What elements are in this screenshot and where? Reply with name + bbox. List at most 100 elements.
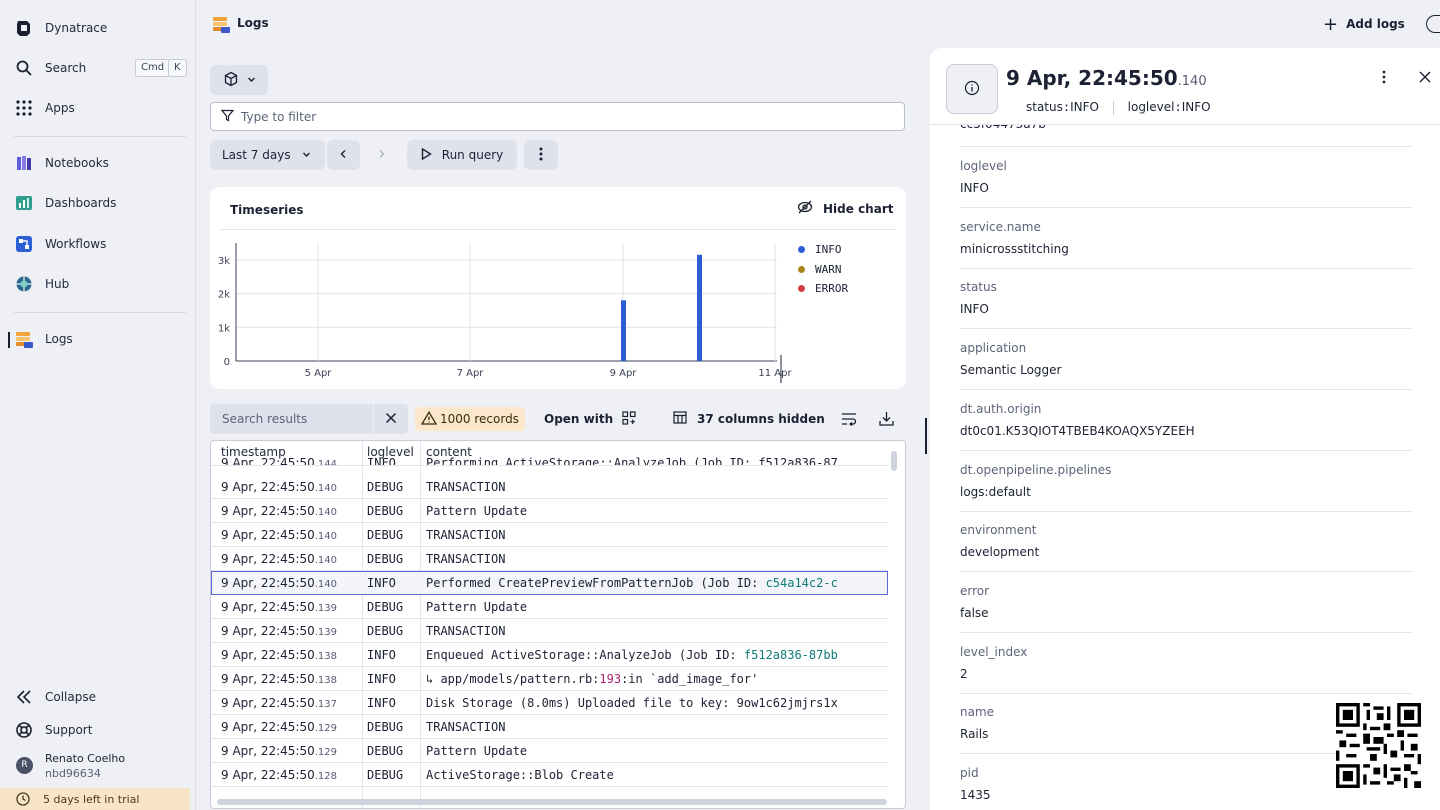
table-row[interactable]: 9 Apr, 22:45:50.140 DEBUG TRANSACTION	[211, 523, 888, 547]
x-tick-label: 5 Apr	[305, 368, 333, 379]
field-row[interactable]: status INFO	[960, 268, 1412, 330]
table-row[interactable]: 9 Apr, 22:45:50.139 DEBUG Pattern Update	[211, 595, 888, 619]
search-results-input[interactable]: Search results	[210, 404, 373, 434]
content-text: ActiveStorage::Blob Create	[426, 768, 614, 782]
cell-timestamp: 9 Apr, 22:45:50.139	[221, 619, 364, 643]
collapse-button[interactable]: Collapse	[0, 682, 196, 712]
chevron-down-icon	[247, 73, 256, 87]
horizontal-scrollbar[interactable]	[217, 799, 887, 805]
timestamp-value: 9 Apr, 22:45:50	[221, 720, 315, 734]
panel-resize-handle[interactable]	[925, 418, 927, 454]
field-key: dt.auth.origin	[960, 401, 1042, 416]
timestamp-ms: .139	[314, 627, 337, 638]
user-menu[interactable]: R Renato Coelho nbd96634	[14, 750, 194, 782]
sidebar-item-search[interactable]: Search Cmd K	[0, 53, 196, 83]
table-row[interactable]: 9 Apr, 22:45:50.129 DEBUG TRANSACTION	[211, 715, 888, 739]
filter-input[interactable]: Type to filter	[210, 102, 905, 131]
content-text: :in `add_image_for'	[621, 672, 759, 686]
detail-more-icon[interactable]	[1382, 70, 1386, 87]
table-row[interactable]: 9 Apr, 22:45:50.137 INFO Disk Storage (8.0…	[211, 691, 888, 715]
sidebar-item-apps[interactable]: Apps	[0, 93, 196, 123]
sidebar-item-hub[interactable]: Hub	[0, 269, 196, 299]
timestamp-ms: .140	[314, 531, 337, 542]
sidebar-item-notebooks[interactable]: Notebooks	[0, 148, 196, 178]
sidebar-item-dynatrace[interactable]: Dynatrace	[0, 13, 196, 43]
table-row[interactable]: 9 Apr, 22:45:50.140 INFO Performed CreateP…	[211, 571, 888, 595]
loglevel-tag[interactable]: loglevel:INFO	[1128, 100, 1211, 114]
field-row[interactable]: loglevel INFO	[960, 147, 1412, 208]
sidebar-item-label: Dashboards	[45, 196, 117, 210]
table-row[interactable]: 9 Apr, 22:45:50.140 DEBUG TRANSACTION	[211, 475, 888, 499]
field-key: name	[960, 705, 995, 720]
table-row[interactable]: 9 Apr, 22:45:50.144 INFO Performing Active…	[211, 451, 888, 466]
shortcut-cmd: Cmd	[135, 59, 171, 77]
sidebar-item-workflows[interactable]: Workflows	[0, 229, 196, 259]
legend-label: WARN	[815, 262, 842, 276]
field-row[interactable]: dt.auth.origin dt0c01.K53QIOT4TBEB4KOAQX5…	[960, 390, 1412, 451]
cell-content: TRANSACTION	[421, 619, 888, 643]
kebab-icon	[539, 147, 543, 164]
timestamp-value: 9 Apr, 22:45:50	[221, 600, 315, 614]
table-row[interactable]: 9 Apr, 22:45:50.138 INFO Enqueued ActiveSt…	[211, 643, 888, 667]
next-timeframe-button[interactable]	[365, 140, 398, 170]
add-logs-button[interactable]: + Add logs	[1323, 12, 1405, 36]
field-key: application	[960, 341, 1027, 356]
vertical-scrollbar[interactable]	[891, 451, 897, 471]
add-logs-label: Add logs	[1346, 17, 1405, 31]
field-value: dt0c01.K53QIOT4TBEB4KOAQX5YZEEH	[960, 423, 1195, 438]
timestamp-value: 9 Apr, 22:45:50	[221, 696, 315, 710]
cell-loglevel: INFO	[367, 696, 396, 710]
previous-timeframe-button[interactable]	[327, 140, 360, 170]
content-text: ↳ app/models/pattern.rb:	[426, 672, 600, 686]
legend-swatch-error	[798, 285, 805, 293]
table-row[interactable]: 9 Apr, 22:45:50.140 DEBUG TRANSACTION	[211, 547, 888, 571]
columns-hidden-button[interactable]: 37 columns hidden	[673, 404, 825, 434]
content-text: Pattern Update	[426, 600, 528, 614]
table-row[interactable]: 9 Apr, 22:45:50.129 DEBUG Pattern Update	[211, 739, 888, 763]
status-tag[interactable]: status:INFO	[1026, 100, 1099, 114]
timestamp-ms: .140	[314, 507, 337, 518]
timestamp-ms: .137	[314, 699, 337, 710]
legend-item-warn: WARN	[798, 260, 848, 280]
x-tick-label: 7 Apr	[457, 368, 485, 379]
field-row[interactable]: environment development	[960, 511, 1412, 573]
sidebar-item-label: Dynatrace	[45, 21, 108, 35]
field-row[interactable]: application Semantic Logger	[960, 329, 1412, 391]
hub-icon	[14, 274, 34, 294]
field-value-partial: cc5f04473a7b	[960, 125, 1412, 147]
table-row[interactable]: 9 Apr, 22:45:50.139 DEBUG TRANSACTION	[211, 619, 888, 643]
wrap-lines-icon[interactable]	[841, 412, 857, 429]
field-row[interactable]: dt.openpipeline.pipelines logs:default	[960, 451, 1412, 512]
table-row[interactable]: 9 Apr, 22:45:50.128 DEBUG ActiveStorage::B…	[211, 763, 888, 787]
support-button[interactable]: Support	[0, 715, 196, 745]
field-row[interactable]: service.name minicrossstitching	[960, 208, 1412, 269]
sidebar-item-logs[interactable]: Logs	[0, 324, 196, 354]
sidebar-item-dashboards[interactable]: Dashboards	[0, 188, 196, 218]
table-row[interactable]: 9 Apr, 22:45:50.140 DEBUG Pattern Update	[211, 499, 888, 523]
download-icon[interactable]	[879, 411, 894, 429]
cell-content: Performed CreatePreviewFromPatternJob (J…	[421, 571, 888, 595]
help-icon[interactable]	[1426, 15, 1440, 33]
table-row[interactable]: 9 Apr, 22:45:50.138 INFO ↳ app/models/patt…	[211, 667, 888, 691]
detail-close-icon[interactable]	[1419, 71, 1431, 86]
cell-loglevel: DEBUG	[367, 624, 404, 638]
cell-content: Pattern Update	[421, 499, 888, 523]
timeframe-dropdown[interactable]: Last 7 days	[210, 140, 325, 170]
query-mode-dropdown[interactable]	[210, 65, 268, 95]
loglevel-tag-value: INFO	[1181, 100, 1211, 114]
open-with-button[interactable]: Open with	[544, 404, 636, 434]
cell-content: Pattern Update	[421, 739, 888, 763]
more-options-button[interactable]	[524, 140, 558, 170]
records-warning-badge[interactable]: 1000 records	[415, 407, 525, 431]
sidebar-item-label: Notebooks	[45, 156, 109, 170]
clear-search-button[interactable]	[374, 404, 408, 434]
trial-banner[interactable]: 5 days left in trial	[0, 788, 190, 810]
field-row[interactable]: level_index 2	[960, 633, 1412, 694]
field-row[interactable]: error false	[960, 572, 1412, 633]
run-query-button[interactable]: Run query	[407, 140, 517, 170]
cell-loglevel: DEBUG	[367, 528, 404, 542]
table-columns-icon	[673, 411, 687, 427]
cell-timestamp: 9 Apr, 22:45:50.140	[221, 547, 364, 571]
timestamp-value: 9 Apr, 22:45:50	[221, 672, 315, 686]
cell-loglevel: DEBUG	[367, 504, 404, 518]
